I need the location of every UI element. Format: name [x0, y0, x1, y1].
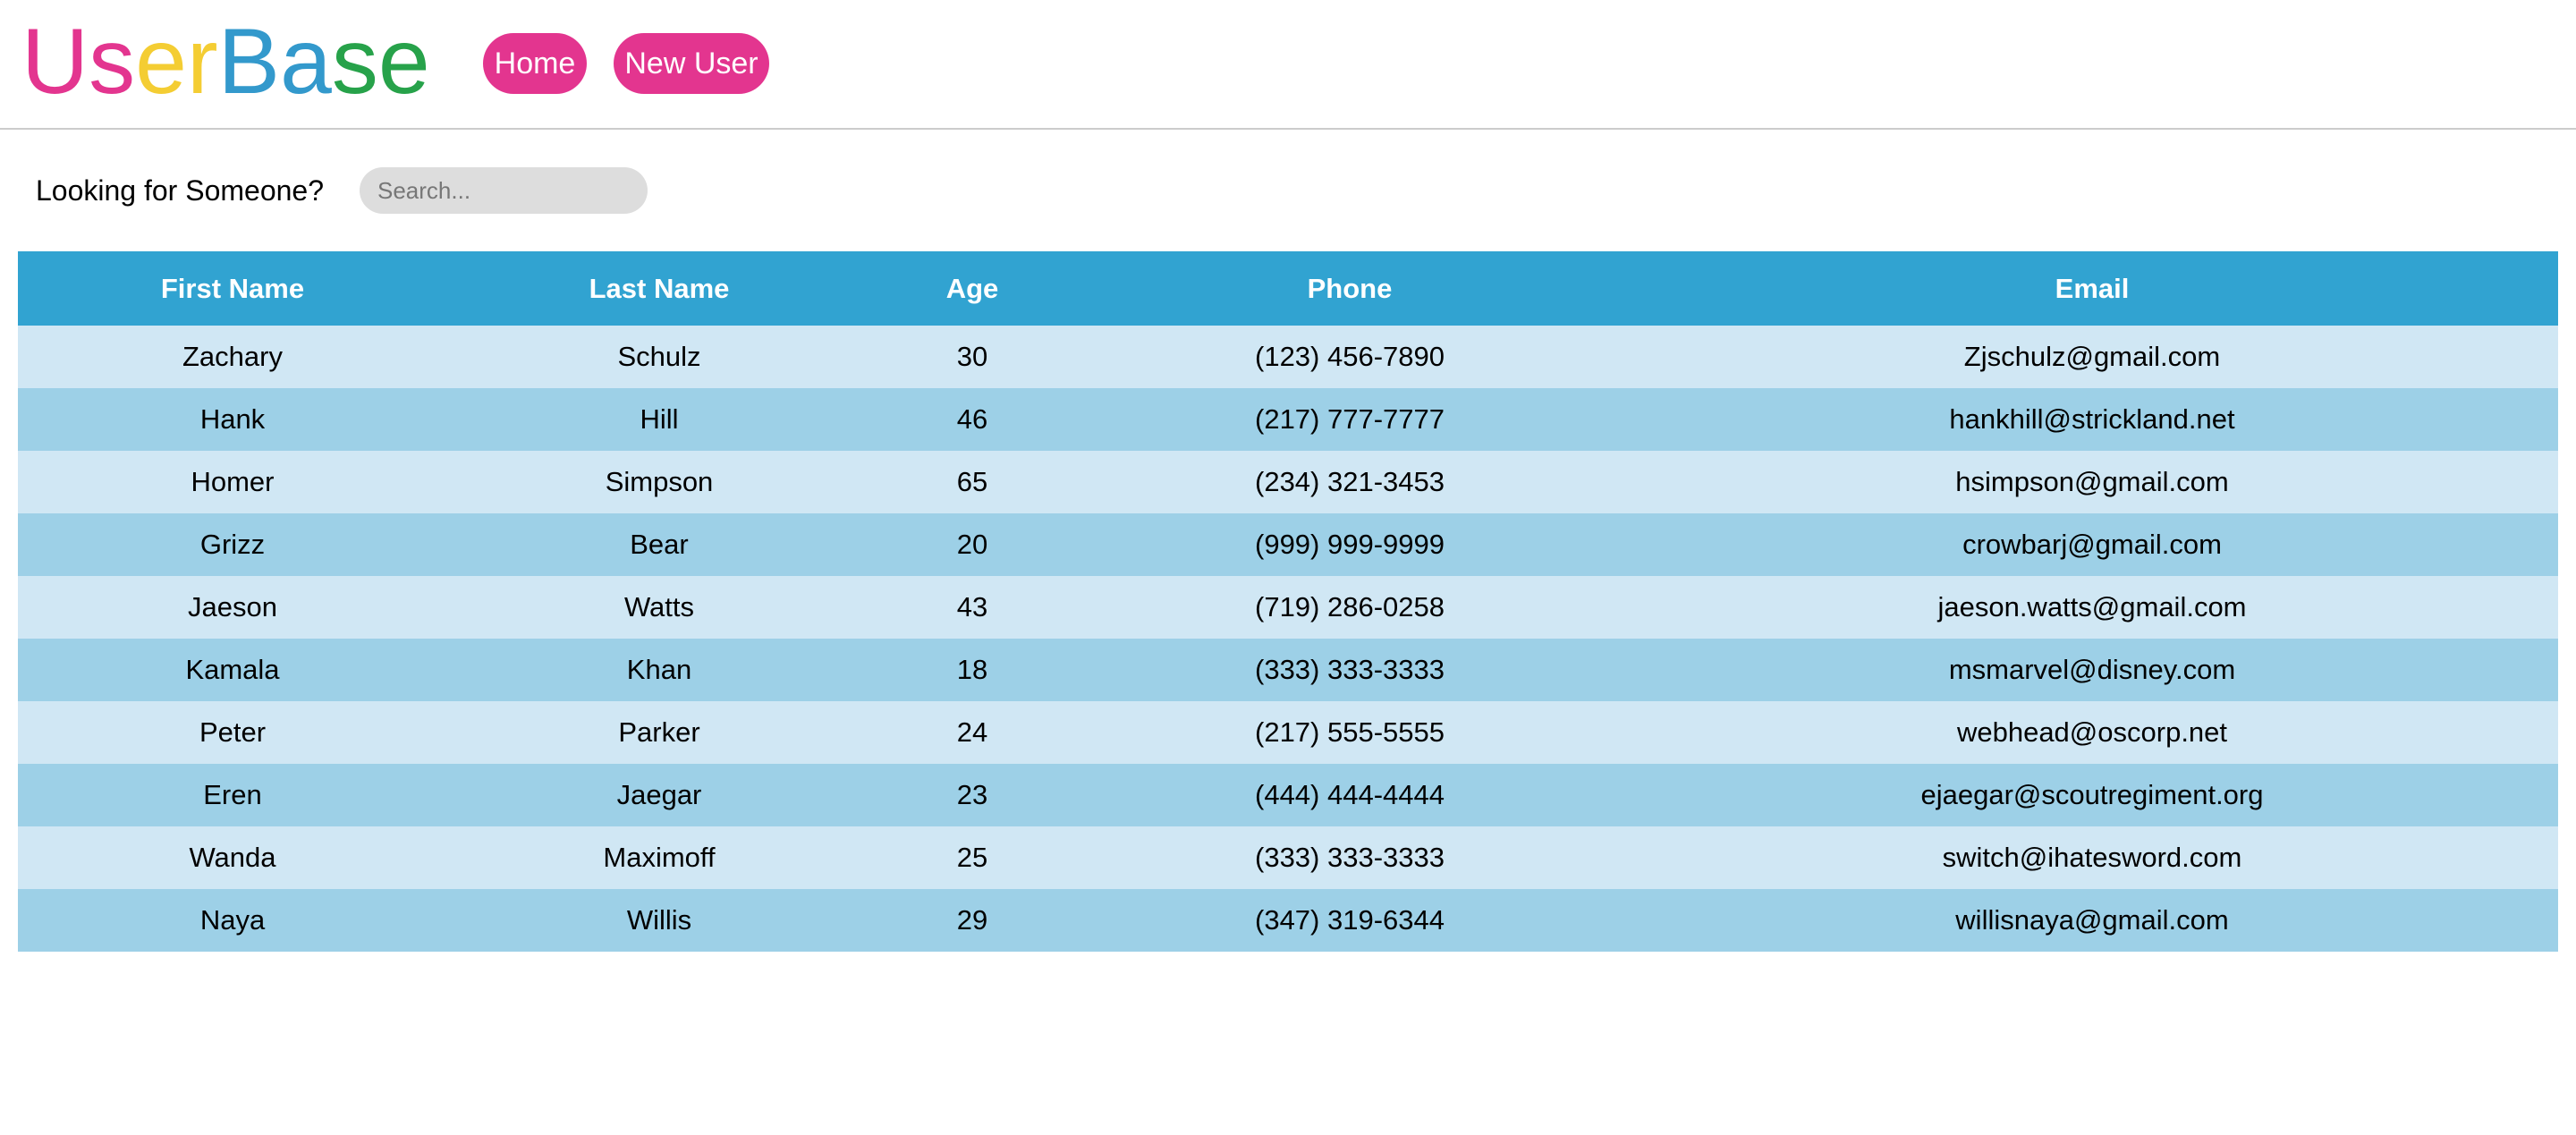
first-name-cell: Jaeson [188, 591, 277, 623]
phone-cell: (234) 321-3453 [1255, 466, 1445, 497]
search-input[interactable] [360, 167, 648, 214]
last-name-cell: Watts [623, 591, 695, 623]
table-row[interactable]: Kamala Khan 18 (333) 333-3333 msmarvel@disne… [18, 639, 2558, 701]
first-name-cell: Peter [199, 716, 267, 748]
first-name-cell: Zachary [182, 341, 283, 372]
home-button[interactable]: Home [483, 33, 587, 94]
phone-cell: (999) 999-9999 [1255, 529, 1445, 560]
last-name-cell: Parker [618, 716, 700, 748]
last-name-cell: Jaegar [616, 779, 702, 810]
last-name-cell: Khan [626, 654, 692, 685]
age-cell: 65 [956, 466, 988, 497]
table-row[interactable]: Hank Hill 46 (217) 777-7777 hankhill@strickl… [18, 388, 2558, 451]
phone-cell: (217) 555-5555 [1255, 716, 1445, 748]
age-cell: 46 [956, 403, 988, 435]
table-row[interactable]: Wanda Maximoff 25 (333) 333-3333 switch@ihat… [18, 826, 2558, 889]
last-name-cell: Bear [630, 529, 689, 560]
age-cell: 30 [956, 341, 988, 372]
age-cell: 18 [956, 654, 988, 685]
first-name-cell: Homer [191, 466, 275, 497]
email-cell: hankhill@strickland.net [1949, 403, 2235, 435]
age-cell: 43 [956, 591, 988, 623]
last-name-cell: Simpson [605, 466, 714, 497]
table-row[interactable]: Eren Jaegar 23 (444) 444-4444 ejaegar@scoutr… [18, 764, 2558, 826]
first-name-cell: Kamala [185, 654, 280, 685]
column-header-phone[interactable]: Phone [1073, 251, 1626, 326]
phone-cell: (347) 319-6344 [1255, 904, 1445, 936]
table-row[interactable]: Peter Parker 24 (217) 555-5555 webhead@oscor… [18, 701, 2558, 764]
first-name-cell: Hank [199, 403, 266, 435]
last-name-cell: Hill [640, 403, 679, 435]
column-header-last-name[interactable]: Last Name [447, 251, 871, 326]
email-cell: Zjschulz@gmail.com [1963, 341, 2221, 372]
users-table: First Name Last Name Age Phone Email Zac… [18, 251, 2558, 952]
first-name-cell: Grizz [199, 529, 266, 560]
new-user-button[interactable]: New User [614, 33, 769, 94]
table-header-row: First Name Last Name Age Phone Email [18, 251, 2558, 326]
email-cell: switch@ihatesword.com [1942, 842, 2242, 873]
email-cell: willisnaya@gmail.com [1955, 904, 2229, 936]
email-cell: msmarvel@disney.com [1948, 654, 2236, 685]
first-name-cell: Wanda [189, 842, 276, 873]
phone-cell: (333) 333-3333 [1255, 654, 1445, 685]
email-cell: ejaegar@scoutregiment.org [1920, 779, 2264, 810]
first-name-cell: Naya [199, 904, 266, 936]
age-cell: 23 [956, 779, 988, 810]
first-name-cell: Eren [203, 779, 262, 810]
logo-part-se: se [331, 10, 430, 114]
last-name-cell: Willis [626, 904, 692, 936]
logo-part-us: Us [21, 10, 136, 114]
table-row[interactable]: Grizz Bear 20 (999) 999-9999 crowbarj@gmail.… [18, 513, 2558, 576]
table-row[interactable]: Jaeson Watts 43 (719) 286-0258 jaeson.watts@… [18, 576, 2558, 639]
age-cell: 25 [956, 842, 988, 873]
age-cell: 24 [956, 716, 988, 748]
search-label: Looking for Someone? [36, 174, 324, 207]
phone-cell: (719) 286-0258 [1255, 591, 1445, 623]
email-cell: hsimpson@gmail.com [1955, 466, 2229, 497]
last-name-cell: Maximoff [603, 842, 716, 873]
logo-part-ba: Ba [217, 10, 332, 114]
app-logo[interactable]: UserBase [21, 13, 430, 111]
table-body: Zachary Schulz 30 (123) 456-7890 Zjschulz@gm… [18, 326, 2558, 952]
age-cell: 20 [956, 529, 988, 560]
age-cell: 29 [956, 904, 988, 936]
logo-part-er: er [135, 10, 218, 114]
phone-cell: (217) 777-7777 [1255, 403, 1445, 435]
phone-cell: (444) 444-4444 [1255, 779, 1445, 810]
phone-cell: (333) 333-3333 [1255, 842, 1445, 873]
email-cell: jaeson.watts@gmail.com [1937, 591, 2247, 623]
last-name-cell: Schulz [617, 341, 701, 372]
column-header-first-name[interactable]: First Name [18, 251, 447, 326]
column-header-email[interactable]: Email [1626, 251, 2558, 326]
column-header-age[interactable]: Age [871, 251, 1073, 326]
email-cell: webhead@oscorp.net [1956, 716, 2228, 748]
email-cell: crowbarj@gmail.com [1962, 529, 2222, 560]
app-header: UserBase Home New User [0, 0, 2576, 130]
table-row[interactable]: Zachary Schulz 30 (123) 456-7890 Zjschulz@gm… [18, 326, 2558, 388]
table-row[interactable]: Naya Willis 29 (347) 319-6344 willisnaya@gma… [18, 889, 2558, 952]
phone-cell: (123) 456-7890 [1255, 341, 1445, 372]
table-row[interactable]: Homer Simpson 65 (234) 321-3453 hsimpson@gma… [18, 451, 2558, 513]
